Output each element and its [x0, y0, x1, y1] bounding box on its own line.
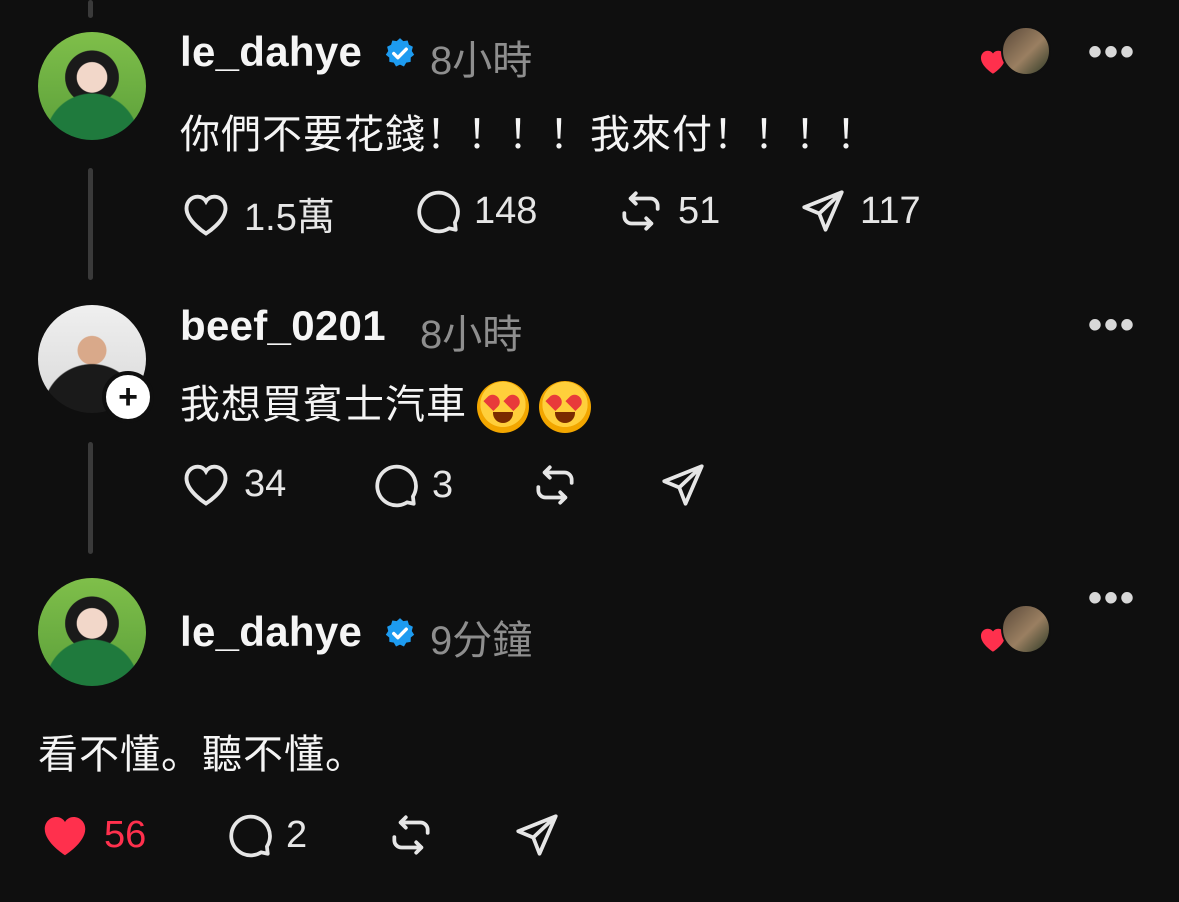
heart-eyes-emoji-icon: [477, 381, 529, 434]
like-count: 56: [104, 813, 147, 856]
verified-badge-icon: [385, 618, 415, 647]
repost-icon: [392, 815, 430, 855]
share-button[interactable]: 117: [798, 186, 921, 236]
heart-eyes-emoji-icon: [539, 381, 591, 434]
plus-icon[interactable]: +: [102, 371, 154, 423]
repost-button[interactable]: 51: [616, 186, 720, 236]
heart-icon: [44, 817, 86, 856]
more-icon[interactable]: •••: [1088, 30, 1136, 75]
comment-button[interactable]: 148: [412, 186, 537, 236]
repost-button[interactable]: [386, 810, 436, 860]
creator-avatar: [1001, 26, 1051, 76]
comment-count: 2: [286, 813, 308, 856]
comment-icon: [229, 814, 272, 858]
heart-icon: [184, 194, 228, 236]
share-button[interactable]: [512, 810, 562, 860]
heart-icon: [184, 464, 228, 506]
comment-icon: [375, 464, 418, 508]
post-text: 我想買賓士汽車: [180, 383, 467, 427]
repost-button[interactable]: [530, 460, 580, 510]
like-button[interactable]: 56: [38, 810, 146, 860]
creator-avatar: [1001, 604, 1051, 654]
avatar[interactable]: [38, 578, 146, 686]
post-content: 我想買賓士汽車: [180, 372, 591, 434]
like-count: 34: [244, 462, 287, 505]
post-time: 8小時: [430, 39, 533, 83]
thread-line: [88, 442, 93, 554]
username[interactable]: le_dahye: [180, 28, 362, 76]
verified-badge-icon: [385, 38, 415, 67]
more-icon[interactable]: •••: [1088, 303, 1136, 348]
repost-icon: [536, 465, 574, 505]
username[interactable]: le_dahye: [180, 608, 362, 656]
share-button[interactable]: [658, 460, 708, 510]
comment-count: 3: [432, 463, 454, 506]
send-icon: [802, 190, 844, 232]
thread-line: [88, 168, 93, 280]
post-time: 9分鐘: [430, 619, 533, 663]
send-icon: [516, 814, 558, 856]
thread-line: [88, 0, 93, 18]
repost-icon: [622, 191, 660, 231]
avatar[interactable]: [38, 32, 146, 140]
username[interactable]: beef_0201: [180, 302, 386, 350]
repost-count: 51: [678, 189, 721, 232]
share-count: 117: [860, 189, 921, 232]
post-content: 你們不要花錢！！！！我來付！！！！: [180, 113, 877, 157]
comment-button[interactable]: 3: [370, 460, 453, 510]
send-icon: [662, 464, 704, 506]
post-time: 8小時: [420, 313, 523, 357]
comment-icon: [417, 190, 460, 234]
comment-count: 148: [474, 189, 538, 232]
like-button[interactable]: 1.5萬: [180, 186, 335, 241]
more-icon[interactable]: •••: [1088, 576, 1136, 621]
post-content: 看不懂。聽不懂。: [38, 733, 366, 777]
like-button[interactable]: 34: [180, 460, 286, 508]
like-count: 1.5萬: [244, 197, 335, 239]
comment-button[interactable]: 2: [224, 810, 307, 860]
